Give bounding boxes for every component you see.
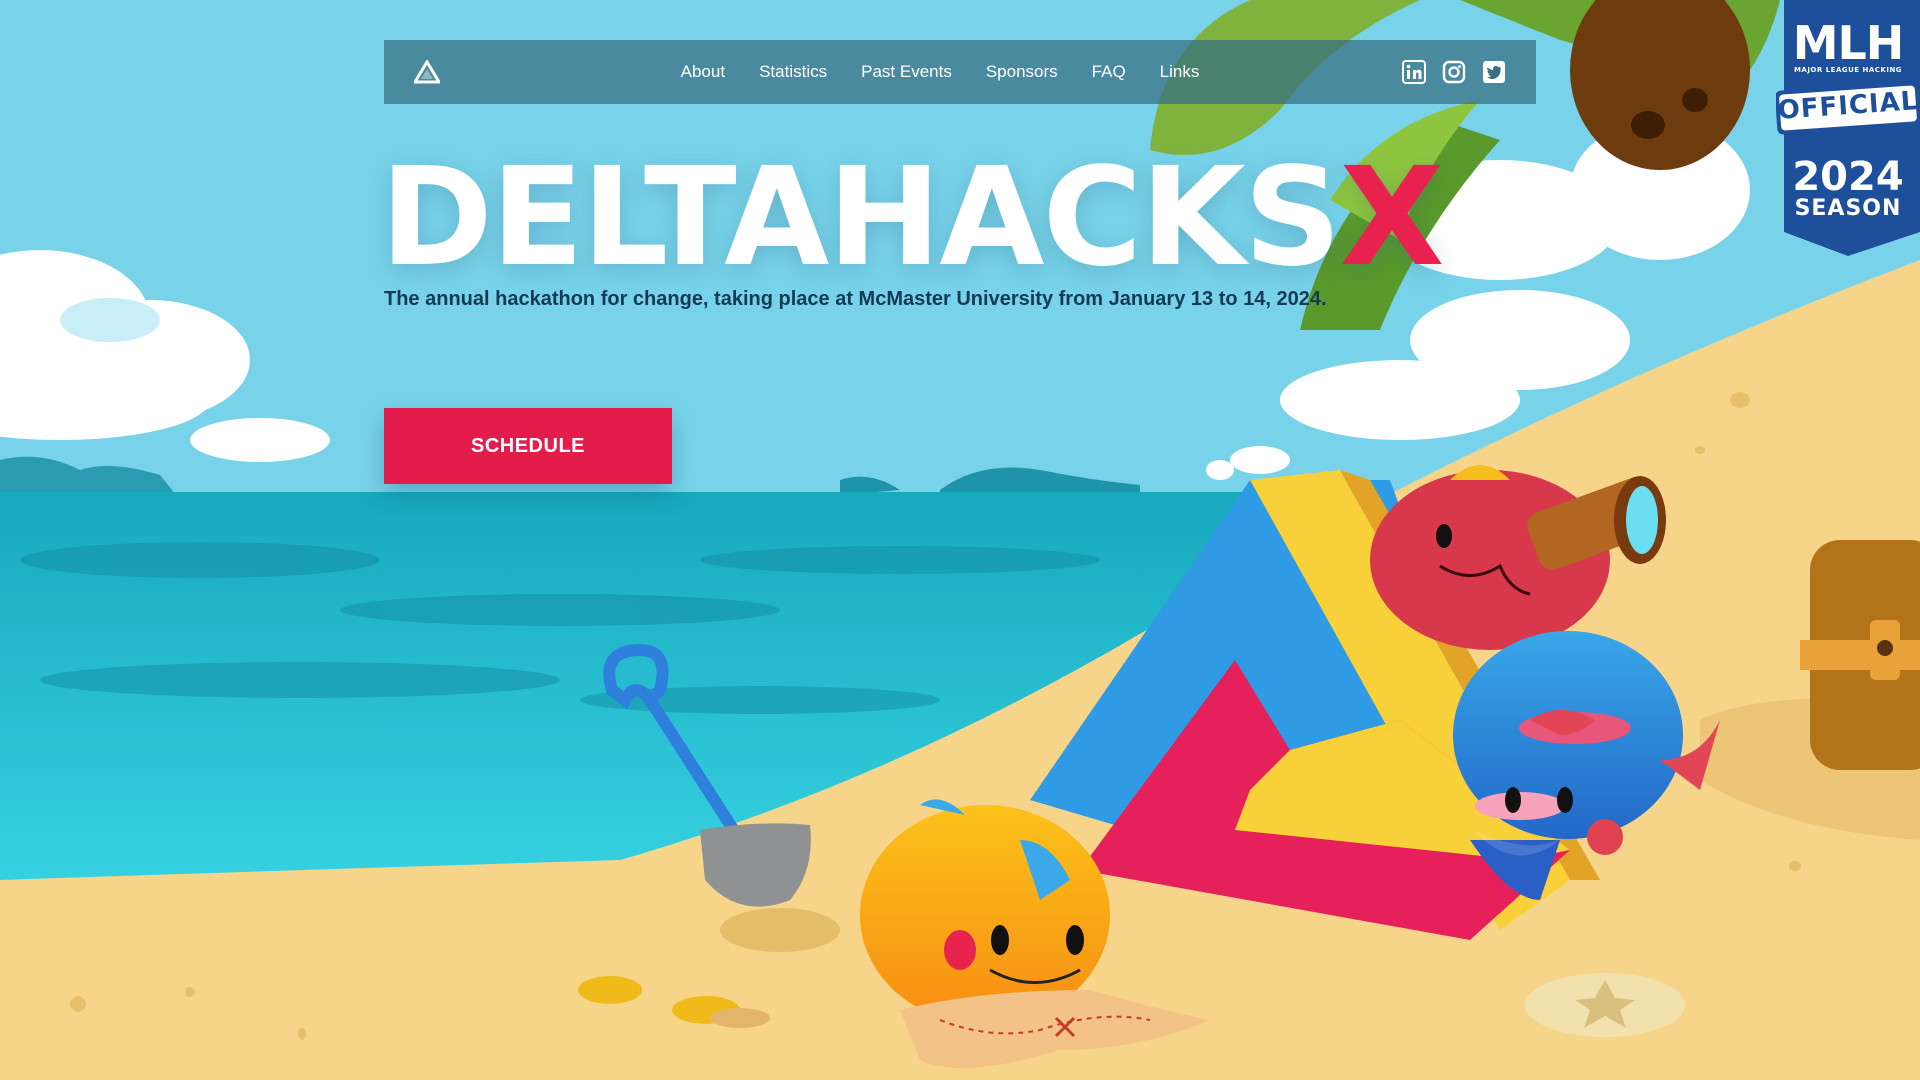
hero-title: DELTAHACKSX bbox=[380, 150, 1444, 286]
nav-link-past-events[interactable]: Past Events bbox=[861, 62, 952, 82]
hero-title-accent: X bbox=[1339, 139, 1445, 297]
nav-link-faq[interactable]: FAQ bbox=[1092, 62, 1126, 82]
nav-link-about[interactable]: About bbox=[681, 62, 725, 82]
nav-link-sponsors[interactable]: Sponsors bbox=[986, 62, 1058, 82]
twitter-icon[interactable] bbox=[1482, 60, 1506, 84]
top-navbar: About Statistics Past Events Sponsors FA… bbox=[384, 40, 1536, 104]
schedule-button[interactable]: SCHEDULE bbox=[384, 408, 672, 484]
hero-subtitle: The annual hackathon for change, taking … bbox=[384, 288, 1327, 310]
sand-dollar bbox=[1525, 973, 1685, 1037]
treasure-chest bbox=[1800, 540, 1920, 770]
nav-links: About Statistics Past Events Sponsors FA… bbox=[384, 40, 1536, 104]
nav-link-statistics[interactable]: Statistics bbox=[759, 62, 827, 82]
mlh-official-badge[interactable]: MLH MAJOR LEAGUE HACKING OFFICIAL 2024 S… bbox=[1775, 0, 1920, 258]
nav-link-links[interactable]: Links bbox=[1160, 62, 1200, 82]
instagram-icon[interactable] bbox=[1442, 60, 1466, 84]
mlh-badge-sub: MAJOR LEAGUE HACKING bbox=[1793, 66, 1903, 74]
social-links bbox=[1402, 60, 1506, 84]
hero-title-main: DELTAHACKS bbox=[380, 139, 1342, 297]
linkedin-icon[interactable] bbox=[1402, 60, 1426, 84]
mlh-badge-season: SEASON bbox=[1794, 196, 1902, 221]
mlh-badge-logo: MLH bbox=[1792, 16, 1905, 70]
mlh-badge-year: 2024 bbox=[1792, 154, 1904, 200]
